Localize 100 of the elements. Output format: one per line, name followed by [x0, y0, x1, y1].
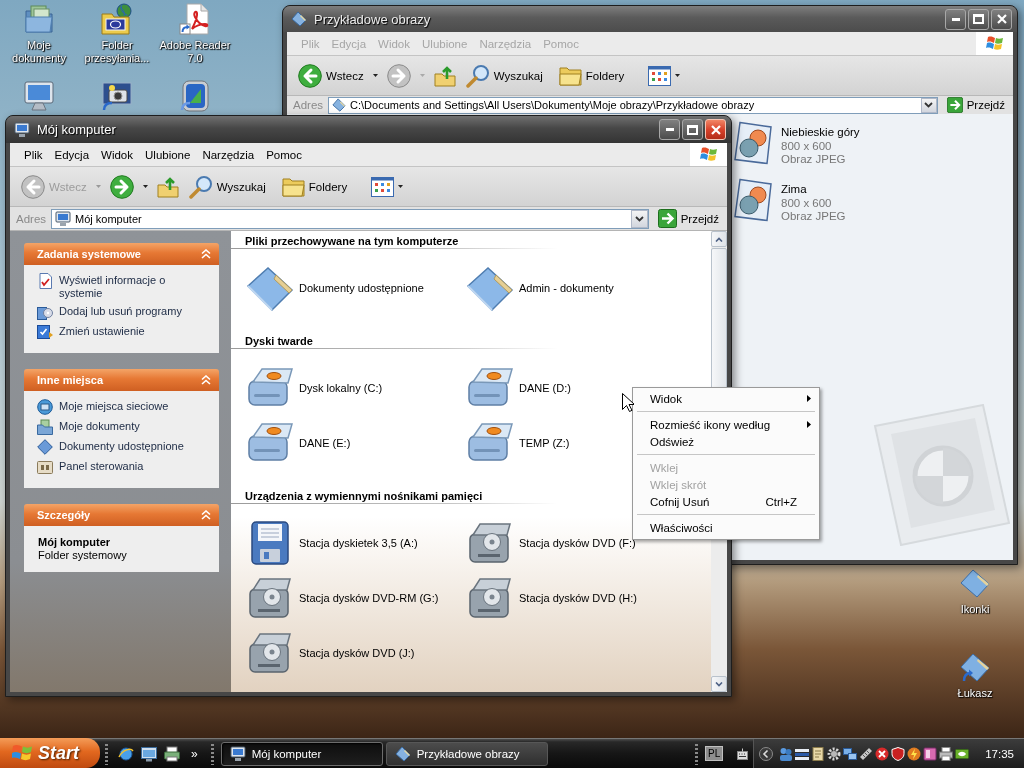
clock[interactable]: 17:35	[985, 747, 1014, 760]
item-label[interactable]: Stacja dysków DVD (F:)	[519, 537, 636, 549]
striped-tag-icon[interactable]	[859, 746, 874, 761]
eye-badge-icon[interactable]	[955, 746, 970, 761]
document-check-icon[interactable]	[37, 273, 53, 289]
stacked-bars-icon[interactable]	[795, 746, 810, 761]
desktop-icon-label[interactable]: Ikonki	[960, 603, 990, 616]
monitor-icon[interactable]	[141, 745, 157, 762]
globe-screen-icon[interactable]	[37, 399, 53, 415]
keyboard-icon[interactable]	[737, 747, 749, 760]
more-button[interactable]: »	[187, 746, 202, 761]
item-label[interactable]: Dysk lokalny (C:)	[299, 382, 383, 394]
file-dimensions: 800 x 600	[781, 139, 832, 153]
taskbar-button[interactable]: Przykładowe obrazy	[385, 741, 548, 766]
shield-icon[interactable]	[891, 746, 906, 761]
maximize-icon	[973, 14, 984, 24]
folder-shortcut-icon[interactable]	[959, 651, 991, 683]
caret-down-icon	[142, 185, 148, 188]
context-menu-item[interactable]: Cofnij Usuń Ctrl+Z	[636, 493, 816, 510]
context-menu-item[interactable]: Widok	[636, 390, 816, 407]
scroll-up-button[interactable]	[711, 231, 727, 247]
card-icon[interactable]	[923, 746, 938, 761]
item-label[interactable]: Stacja dysków DVD (J:)	[299, 647, 415, 659]
people-icon[interactable]	[779, 746, 794, 761]
desktop-icon-label[interactable]: Łukasz	[957, 687, 993, 700]
language-indicator[interactable]: PL	[705, 746, 724, 761]
start-button[interactable]: Start	[0, 738, 100, 768]
chevron-up-icon	[715, 236, 723, 242]
task-link[interactable]: Dodaj lub usuń programy	[59, 304, 182, 318]
folder-icon[interactable]	[466, 264, 514, 312]
caret-down-icon	[419, 74, 425, 77]
item-label[interactable]: DANE (E:)	[299, 437, 351, 449]
x-badge-icon[interactable]	[875, 746, 890, 761]
double-chevron-up-icon[interactable]	[201, 510, 211, 520]
lightning-icon[interactable]	[907, 746, 922, 761]
panel-check-icon[interactable]	[37, 324, 53, 340]
context-menu-item[interactable]: Odśwież	[636, 433, 816, 450]
item-label[interactable]: Dokumenty udostępnione	[299, 282, 424, 294]
file-type: Obraz JPEG	[781, 153, 846, 167]
task-link[interactable]: Moje dokumenty	[59, 419, 140, 433]
printer-icon[interactable]	[939, 746, 954, 761]
item-label[interactable]: TEMP (Z:)	[519, 437, 570, 449]
folders-button[interactable]: Foldery	[278, 174, 351, 199]
item-label[interactable]: Stacja dysków DVD (H:)	[519, 592, 637, 604]
folder-icon[interactable]	[246, 264, 294, 312]
globe-icon[interactable]	[118, 745, 134, 762]
menu-item[interactable]: Edycja	[48, 148, 96, 161]
menu-item[interactable]: Widok	[95, 148, 139, 161]
task-link[interactable]: Wyświetl informacje o systemie	[59, 273, 209, 300]
close-button[interactable]	[705, 119, 726, 140]
menu-item[interactable]: Plik	[18, 148, 49, 161]
minimize-button[interactable]	[659, 119, 680, 140]
documents-folder-icon[interactable]	[37, 419, 53, 435]
task-link[interactable]: Zmień ustawienie	[59, 324, 145, 338]
printer-icon[interactable]	[164, 745, 180, 762]
arrow-left-icon	[21, 174, 45, 199]
slotted-panel-icon[interactable]	[37, 459, 53, 475]
double-chevron-up-icon[interactable]	[201, 249, 211, 259]
item-label[interactable]: Admin - dokumenty	[519, 282, 614, 294]
minimize-icon	[665, 128, 674, 131]
folder-icon[interactable]	[959, 567, 991, 599]
diamond-icon[interactable]	[37, 439, 53, 455]
file-dimensions: 800 x 600	[781, 196, 832, 210]
document-swirl-icon[interactable]	[179, 3, 211, 35]
task-link[interactable]: Moje miejsca sieciowe	[59, 399, 169, 413]
search-button[interactable]: Wyszukaj	[185, 172, 269, 201]
context-menu-item[interactable]: Rozmieść ikony według	[636, 416, 816, 433]
screen-camera-icon[interactable]	[101, 80, 133, 112]
triangle-right-icon	[807, 421, 811, 428]
item-label[interactable]: Stacja dysków DVD-RM (G:)	[299, 592, 439, 604]
go-button[interactable]: Przejdź	[653, 209, 723, 228]
dropdown-button[interactable]	[630, 209, 648, 228]
taskbar-button[interactable]: Mój komputer	[220, 741, 383, 766]
menu-item[interactable]: Narzędzia	[196, 148, 261, 161]
section-heading: Pliki przechowywane na tym komputerze	[245, 235, 459, 247]
menu-item[interactable]: Ulubione	[139, 148, 197, 161]
arrow-right-icon	[946, 97, 963, 113]
folder-up-arrow-icon	[433, 64, 456, 87]
grid-view-icon	[371, 176, 395, 197]
task-link[interactable]: Dokumenty udostępnione	[59, 439, 184, 453]
folder-globe-icon[interactable]	[101, 3, 133, 35]
maximize-button[interactable]	[682, 119, 703, 140]
gear-icon[interactable]	[827, 746, 842, 761]
item-label[interactable]: Stacja dyskietek 3,5 (A:)	[299, 537, 418, 549]
dropdown-button[interactable]	[920, 97, 937, 113]
double-chevron-up-icon[interactable]	[201, 375, 211, 385]
documents-folder-icon[interactable]	[23, 3, 55, 35]
menu-item[interactable]: Pomoc	[260, 148, 308, 161]
address-field[interactable]: Mój komputer	[51, 208, 649, 229]
context-menu-item[interactable]: Właściwości	[636, 519, 816, 536]
item-label[interactable]: DANE (D:)	[519, 382, 571, 394]
scroll-down-button[interactable]	[711, 676, 727, 692]
app-tile-icon[interactable]	[179, 80, 211, 112]
task-link[interactable]: Panel sterowania	[59, 459, 144, 473]
folder-up-arrow-icon	[156, 175, 179, 198]
chevron-left-icon[interactable]	[759, 746, 774, 761]
box-disc-icon[interactable]	[37, 304, 53, 320]
title-bar[interactable]: Mój komputer	[6, 116, 731, 143]
note-icon[interactable]	[811, 746, 826, 761]
computers-icon[interactable]	[843, 746, 858, 761]
